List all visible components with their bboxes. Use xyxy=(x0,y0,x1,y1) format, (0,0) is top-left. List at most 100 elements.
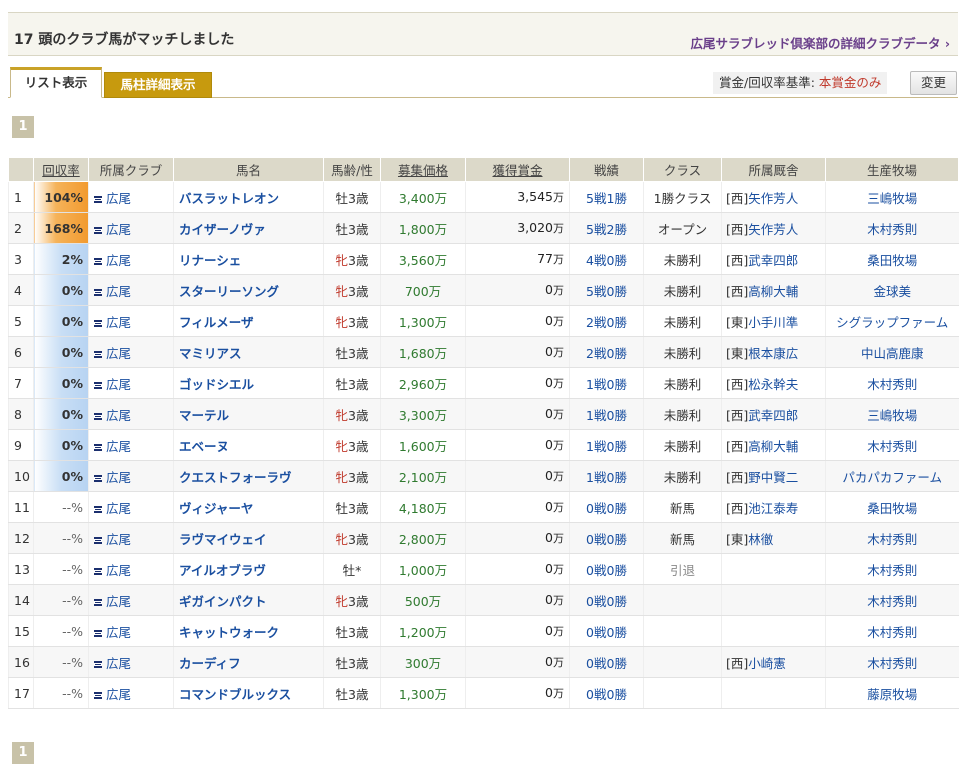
breeder-farm-link[interactable]: 三嶋牧場 xyxy=(825,398,959,430)
pagination-bottom-page[interactable]: 1 xyxy=(12,742,34,764)
race-record-link[interactable]: 1戦0勝 xyxy=(569,429,644,461)
breeder-farm-link[interactable]: 藤原牧場 xyxy=(825,677,959,709)
club-cell[interactable]: 広尾 xyxy=(88,212,174,244)
race-record-link[interactable]: 0戦0勝 xyxy=(569,491,644,523)
club-cell[interactable]: 広尾 xyxy=(88,181,174,213)
breeder-farm-link[interactable]: 木村秀則 xyxy=(825,553,959,585)
race-record-link[interactable]: 5戦2勝 xyxy=(569,212,644,244)
breeder-farm-link[interactable]: 金球美 xyxy=(825,274,959,306)
pagination-top-page[interactable]: 1 xyxy=(12,116,34,138)
horse-name-link[interactable]: ヴィジャーヤ xyxy=(173,491,324,523)
breeder-farm-link[interactable]: 桑田牧場 xyxy=(825,491,959,523)
stable-cell[interactable]: [東]根本康広 xyxy=(721,336,826,368)
horse-name-link[interactable]: フィルメーザ xyxy=(173,305,324,337)
stable-cell[interactable]: [西]高柳大輔 xyxy=(721,429,826,461)
breeder-farm-link[interactable]: シグラップファーム xyxy=(825,305,959,337)
horse-name-link[interactable]: マーテル xyxy=(173,398,324,430)
club-cell[interactable]: 広尾 xyxy=(88,367,174,399)
breeder-farm-link[interactable]: 木村秀則 xyxy=(825,522,959,554)
breeder-farm-link[interactable]: パカパカファーム xyxy=(825,460,959,492)
race-record-link[interactable]: 0戦0勝 xyxy=(569,584,644,616)
col-earnings[interactable]: 獲得賞金 xyxy=(465,157,570,182)
horse-name-link[interactable]: ラヴマイウェイ xyxy=(173,522,324,554)
club-cell[interactable]: 広尾 xyxy=(88,336,174,368)
horse-name-link[interactable]: アイルオブラヴ xyxy=(173,553,324,585)
stable-cell[interactable]: [西]武幸四郎 xyxy=(721,243,826,275)
stable-cell[interactable]: [東]小手川準 xyxy=(721,305,826,337)
race-record-link[interactable]: 1戦0勝 xyxy=(569,398,644,430)
breeder-farm-link[interactable]: 木村秀則 xyxy=(825,646,959,678)
breeder-farm-link[interactable]: 木村秀則 xyxy=(825,367,959,399)
horse-name-link[interactable]: バスラットレオン xyxy=(173,181,324,213)
club-cell[interactable]: 広尾 xyxy=(88,274,174,306)
horse-name-link[interactable]: マミリアス xyxy=(173,336,324,368)
club-cell[interactable]: 広尾 xyxy=(88,305,174,337)
earnings-value: 0 xyxy=(545,468,553,483)
club-cell[interactable]: 広尾 xyxy=(88,646,174,678)
horse-name-link[interactable]: カーディフ xyxy=(173,646,324,678)
race-record-link[interactable]: 2戦0勝 xyxy=(569,336,644,368)
offer-price: 1,800万 xyxy=(380,212,466,244)
stable-cell[interactable] xyxy=(721,677,826,709)
race-record-link[interactable]: 4戦0勝 xyxy=(569,243,644,275)
col-rate[interactable]: 回収率 xyxy=(33,157,89,182)
stable-cell[interactable] xyxy=(721,553,826,585)
race-record-link[interactable]: 0戦0勝 xyxy=(569,522,644,554)
club-cell[interactable]: 広尾 xyxy=(88,491,174,523)
stable-cell[interactable]: [東]林徹 xyxy=(721,522,826,554)
club-cell[interactable]: 広尾 xyxy=(88,615,174,647)
race-record-link[interactable]: 0戦0勝 xyxy=(569,615,644,647)
horse-name-link[interactable]: コマンドブルックス xyxy=(173,677,324,709)
stable-cell[interactable] xyxy=(721,615,826,647)
race-record-link[interactable]: 0戦0勝 xyxy=(569,677,644,709)
race-record-link[interactable]: 0戦0勝 xyxy=(569,553,644,585)
breeder-farm-link[interactable]: 木村秀則 xyxy=(825,429,959,461)
race-record-link[interactable]: 0戦0勝 xyxy=(569,646,644,678)
horse-name-link[interactable]: ゴッドシエル xyxy=(173,367,324,399)
club-cell[interactable]: 広尾 xyxy=(88,522,174,554)
stable-cell[interactable]: [西]池江泰寿 xyxy=(721,491,826,523)
race-record-link[interactable]: 2戦0勝 xyxy=(569,305,644,337)
horse-name-link[interactable]: スターリーソング xyxy=(173,274,324,306)
breeder-farm-link[interactable]: 三嶋牧場 xyxy=(825,181,959,213)
race-record-link[interactable]: 1戦0勝 xyxy=(569,460,644,492)
race-record-link[interactable]: 5戦0勝 xyxy=(569,274,644,306)
stable-cell[interactable]: [西]小崎憲 xyxy=(721,646,826,678)
stable-cell[interactable]: [西]高柳大輔 xyxy=(721,274,826,306)
club-detail-link[interactable]: 広尾サラブレッド倶楽部の詳細クラブデータ › xyxy=(690,33,950,52)
club-cell[interactable]: 広尾 xyxy=(88,584,174,616)
tab-list-view[interactable]: リスト表示 xyxy=(10,67,102,98)
stable-cell[interactable]: [西]野中賢二 xyxy=(721,460,826,492)
trainer-name: 松永幹夫 xyxy=(748,376,799,392)
club-cell[interactable]: 広尾 xyxy=(88,677,174,709)
offer-price: 4,180万 xyxy=(380,491,466,523)
horse-name-link[interactable]: クエストフォーラヴ xyxy=(173,460,324,492)
club-cell[interactable]: 広尾 xyxy=(88,460,174,492)
breeder-farm-link[interactable]: 木村秀則 xyxy=(825,584,959,616)
breeder-farm-link[interactable]: 木村秀則 xyxy=(825,615,959,647)
stable-cell[interactable] xyxy=(721,584,826,616)
horse-name-link[interactable]: リナーシェ xyxy=(173,243,324,275)
race-record-link[interactable]: 1戦0勝 xyxy=(569,367,644,399)
horse-name-link[interactable]: エベーヌ xyxy=(173,429,324,461)
stable-cell[interactable]: [西]矢作芳人 xyxy=(721,181,826,213)
club-cell[interactable]: 広尾 xyxy=(88,243,174,275)
horse-name-link[interactable]: キャットウォーク xyxy=(173,615,324,647)
club-cell[interactable]: 広尾 xyxy=(88,553,174,585)
row-index: 1 xyxy=(8,181,34,213)
club-cell[interactable]: 広尾 xyxy=(88,429,174,461)
club-cell[interactable]: 広尾 xyxy=(88,398,174,430)
stable-cell[interactable]: [西]松永幹夫 xyxy=(721,367,826,399)
race-record-link[interactable]: 5戦1勝 xyxy=(569,181,644,213)
breeder-farm-link[interactable]: 桑田牧場 xyxy=(825,243,959,275)
col-price[interactable]: 募集価格 xyxy=(380,157,466,182)
breeder-farm-link[interactable]: 木村秀則 xyxy=(825,212,959,244)
breeder-farm-link[interactable]: 中山高鹿康 xyxy=(825,336,959,368)
horse-name-link[interactable]: カイザーノヴァ xyxy=(173,212,324,244)
stable-cell[interactable]: [西]矢作芳人 xyxy=(721,212,826,244)
race-class: 未勝利 xyxy=(643,367,722,399)
change-criteria-button[interactable]: 変更 xyxy=(910,71,957,95)
tab-detail-view[interactable]: 馬柱詳細表示 xyxy=(104,72,212,98)
stable-cell[interactable]: [西]武幸四郎 xyxy=(721,398,826,430)
horse-name-link[interactable]: ギガインパクト xyxy=(173,584,324,616)
